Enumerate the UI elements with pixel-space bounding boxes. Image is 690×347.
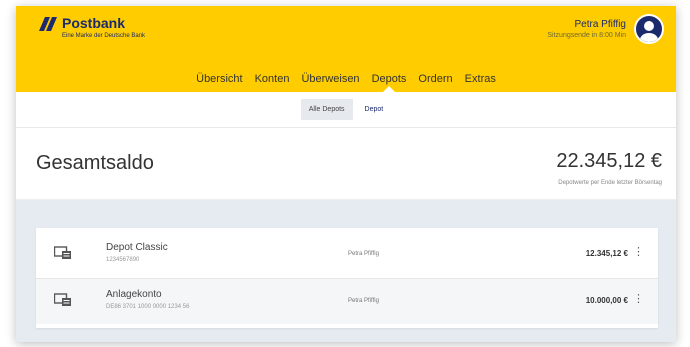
depot-number: DE86 3701 1000 0000 1234 56 bbox=[106, 304, 190, 310]
list-item[interactable]: Anlagekonto DE86 3701 1000 0000 1234 56 … bbox=[36, 278, 658, 324]
postbank-logo[interactable]: Postbank Eine Marke der Deutsche Bank bbox=[36, 16, 145, 39]
depot-title: Anlagekonto bbox=[106, 289, 162, 300]
more-options-icon[interactable]: ⋮ bbox=[633, 247, 644, 258]
nav-item-uebersicht[interactable]: Übersicht bbox=[190, 66, 248, 92]
depot-title: Depot Classic bbox=[106, 242, 168, 253]
nav-item-konten[interactable]: Konten bbox=[249, 66, 296, 92]
depot-icon bbox=[54, 293, 71, 306]
user-icon bbox=[640, 21, 658, 42]
total-balance-amount: 22.345,12 € bbox=[556, 150, 662, 172]
depot-list: Depot Classic 1234567890 Petra Pfiffig 1… bbox=[36, 228, 658, 328]
user-name: Petra Pfiffig bbox=[574, 19, 626, 30]
logo-tagline: Eine Marke der Deutsche Bank bbox=[62, 33, 146, 39]
depot-balance: 10.000,00 € bbox=[585, 296, 628, 305]
depot-balance: 12.345,12 € bbox=[585, 249, 628, 258]
header: Postbank Eine Marke der Deutsche Bank Pe… bbox=[16, 6, 676, 92]
total-balance-section: Gesamtsaldo 22.345,12 € Depotwerte per E… bbox=[16, 128, 676, 200]
depot-owner: Petra Pfiffig bbox=[348, 251, 379, 257]
app-window: Postbank Eine Marke der Deutsche Bank Pe… bbox=[16, 6, 676, 342]
nav-item-ordern[interactable]: Ordern bbox=[412, 66, 458, 92]
nav-item-extras[interactable]: Extras bbox=[459, 66, 502, 92]
balance-note: Depotwerte per Ende letzter Börsentag bbox=[558, 180, 662, 186]
sub-nav: Alle Depots Depot bbox=[16, 92, 676, 128]
nav-item-depots[interactable]: Depots bbox=[366, 66, 413, 92]
page-title: Gesamtsaldo bbox=[36, 152, 154, 174]
tab-alle-depots[interactable]: Alle Depots bbox=[300, 99, 353, 120]
logo-name: Postbank bbox=[62, 15, 126, 31]
user-menu[interactable]: Petra Pfiffig Sitzungsende in 8:00 Min bbox=[547, 14, 664, 44]
session-timer: Sitzungsende in 8:00 Min bbox=[547, 32, 626, 39]
depot-icon bbox=[54, 246, 71, 259]
more-options-icon[interactable]: ⋮ bbox=[633, 294, 644, 305]
main-nav: Übersicht Konten Überweisen Depots Order… bbox=[16, 66, 676, 92]
avatar[interactable] bbox=[634, 14, 664, 44]
list-item[interactable]: Depot Classic 1234567890 Petra Pfiffig 1… bbox=[36, 232, 658, 278]
postbank-logo-icon bbox=[39, 17, 57, 31]
depot-number: 1234567890 bbox=[106, 257, 140, 263]
tab-depot[interactable]: Depot bbox=[357, 99, 392, 120]
depot-owner: Petra Pfiffig bbox=[348, 298, 379, 304]
nav-item-ueberweisen[interactable]: Überweisen bbox=[295, 66, 365, 92]
depot-list-area: Depot Classic 1234567890 Petra Pfiffig 1… bbox=[16, 200, 676, 342]
